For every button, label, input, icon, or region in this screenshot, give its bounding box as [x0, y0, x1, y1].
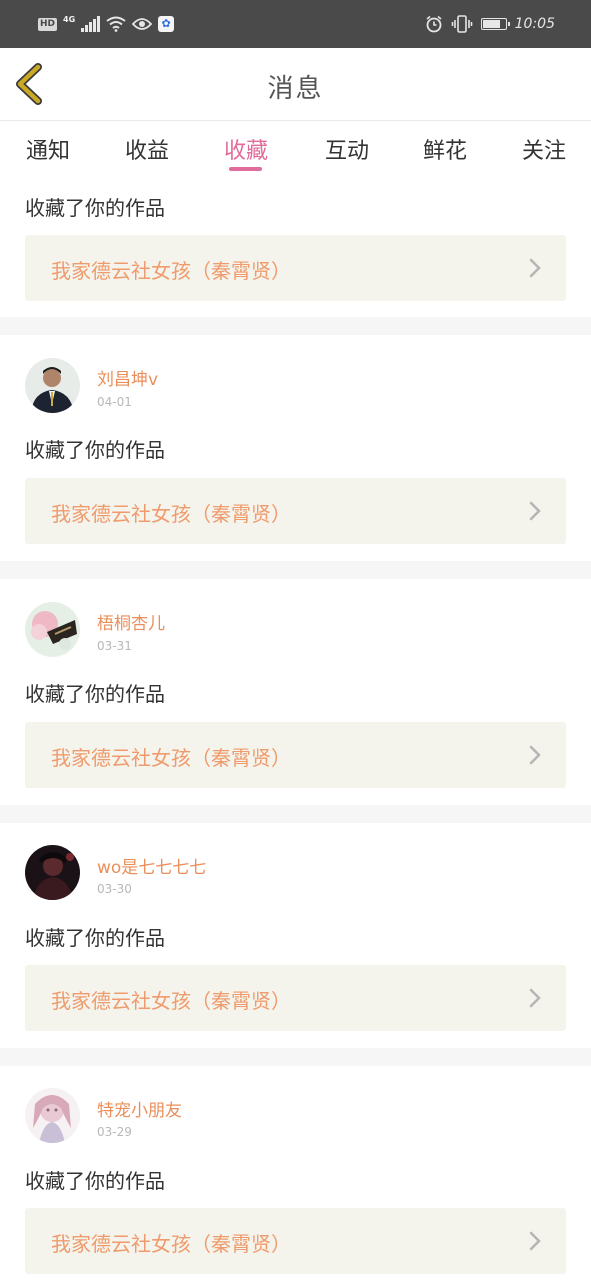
message-text: 收藏了你的作品	[25, 926, 165, 950]
tab-notifications[interactable]: 通知	[26, 133, 70, 165]
status-bar: HD 4G ✿ 10:05	[0, 0, 591, 48]
message-text: 收藏了你的作品	[25, 682, 165, 706]
message-text: 收藏了你的作品	[25, 1169, 165, 1193]
tab-bar: 通知 收益 收藏 互动 鲜花 关注	[0, 121, 591, 177]
tab-earnings[interactable]: 收益	[125, 133, 169, 165]
baidu-icon: ✿	[158, 16, 175, 32]
message-card: 刘昌坤v 04-01 收藏了你的作品 我家德云社女孩（秦霄贤）	[0, 335, 591, 561]
chevron-right-icon	[529, 1231, 541, 1251]
avatar[interactable]	[25, 1088, 80, 1143]
message-text: 收藏了你的作品	[25, 438, 165, 462]
status-left-icons: HD 4G ✿	[38, 14, 175, 34]
message-card: 特宠小朋友 03-29 收藏了你的作品 我家德云社女孩（秦霄贤）	[0, 1066, 591, 1280]
avatar[interactable]	[25, 358, 80, 413]
message-date: 03-30	[97, 882, 132, 896]
eye-icon	[132, 18, 153, 30]
active-tab-indicator	[229, 167, 262, 171]
user-name[interactable]: 梧桐杏儿	[97, 609, 165, 634]
battery-level	[482, 20, 500, 28]
work-link[interactable]: 我家德云社女孩（秦霄贤）	[25, 722, 566, 788]
work-link[interactable]: 我家德云社女孩（秦霄贤）	[25, 1208, 566, 1274]
tab-favorites[interactable]: 收藏	[224, 133, 268, 165]
message-card: 梧桐杏儿 03-31 收藏了你的作品 我家德云社女孩（秦霄贤）	[0, 579, 591, 805]
work-title: 我家德云社女孩（秦霄贤）	[51, 502, 291, 526]
divider	[0, 805, 591, 823]
work-title: 我家德云社女孩（秦霄贤）	[51, 746, 291, 770]
signal-icon	[81, 16, 101, 32]
user-name[interactable]: 刘昌坤v	[97, 365, 158, 390]
work-link[interactable]: 我家德云社女孩（秦霄贤）	[25, 965, 566, 1031]
message-date: 03-29	[97, 1125, 132, 1139]
message-date: 04-01	[97, 395, 132, 409]
wifi-icon	[106, 16, 126, 32]
battery-icon	[480, 18, 510, 30]
chevron-right-icon	[529, 258, 541, 278]
page-title: 消息	[267, 74, 324, 104]
chevron-right-icon	[529, 988, 541, 1008]
network-type: 4G	[63, 14, 76, 24]
work-title: 我家德云社女孩（秦霄贤）	[51, 989, 291, 1013]
user-name[interactable]: wo是七七七七	[97, 853, 206, 878]
divider	[0, 317, 591, 335]
work-link[interactable]: 我家德云社女孩（秦霄贤）	[25, 478, 566, 544]
avatar[interactable]	[25, 602, 80, 657]
status-right-icons: 10:05	[425, 14, 555, 34]
tab-flowers[interactable]: 鲜花	[423, 133, 467, 165]
work-title: 我家德云社女孩（秦霄贤）	[51, 1232, 291, 1256]
work-title: 我家德云社女孩（秦霄贤）	[51, 259, 291, 283]
tab-follows[interactable]: 关注	[522, 133, 566, 165]
message-card: 收藏了你的作品 我家德云社女孩（秦霄贤）	[0, 178, 591, 317]
app-header: 消息	[0, 48, 591, 121]
avatar[interactable]	[25, 845, 80, 900]
vibrate-icon	[451, 15, 472, 33]
message-text: 收藏了你的作品	[25, 196, 165, 220]
status-time: 10:05	[514, 16, 555, 32]
chevron-right-icon	[529, 501, 541, 521]
work-link[interactable]: 我家德云社女孩（秦霄贤）	[25, 235, 566, 301]
message-card: wo是七七七七 03-30 收藏了你的作品 我家德云社女孩（秦霄贤）	[0, 823, 591, 1048]
user-name[interactable]: 特宠小朋友	[97, 1096, 182, 1121]
divider	[0, 1048, 591, 1066]
divider	[0, 561, 591, 579]
chevron-right-icon	[529, 745, 541, 765]
tab-interactions[interactable]: 互动	[325, 133, 369, 165]
alarm-icon	[426, 15, 442, 33]
message-date: 03-31	[97, 639, 132, 653]
hd-icon: HD	[38, 17, 58, 31]
